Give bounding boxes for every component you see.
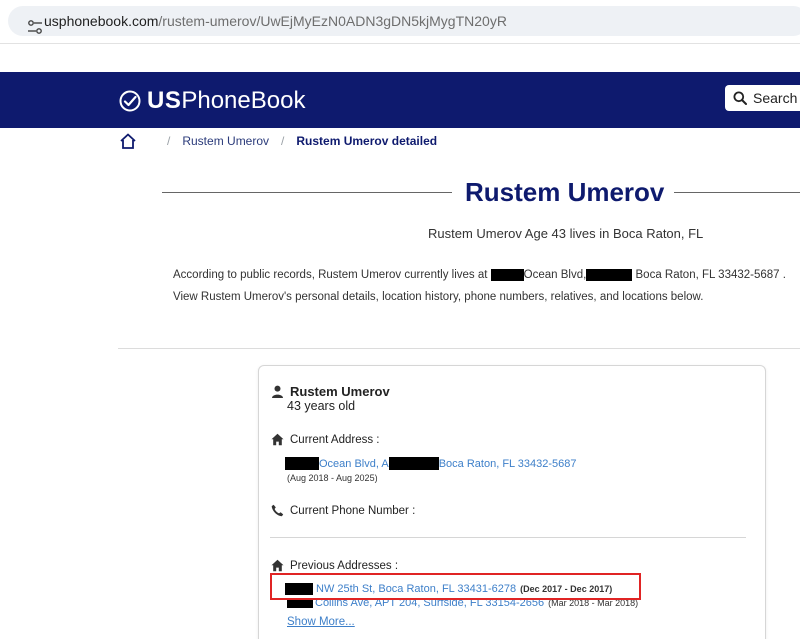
search-button-label: Search (753, 90, 798, 106)
current-address-dates-row: (Aug 2018 - Aug 2025) (287, 473, 378, 483)
url-text[interactable]: usphonebook.com/rustem-umerov/UwEjMyEzN0… (44, 13, 507, 29)
current-phone-label: Current Phone Number : (290, 504, 416, 517)
browser-url-bar: usphonebook.com/rustem-umerov/UwEjMyEzN0… (0, 0, 800, 44)
home-icon (271, 433, 284, 446)
breadcrumb: / Rustem Umerov / Rustem Umerov detailed (119, 131, 437, 151)
redaction-bar (388, 457, 439, 470)
breadcrumb-separator: / (281, 134, 285, 148)
person-icon (272, 385, 283, 398)
phone-icon (271, 504, 284, 517)
person-name: Rustem Umerov (290, 384, 390, 399)
person-name-row: Rustem Umerov (271, 384, 390, 399)
intro-text-a: According to public records, Rustem Umer… (173, 269, 491, 281)
current-address-dates: (Aug 2018 - Aug 2025) (287, 473, 378, 483)
logo-check-icon (119, 90, 141, 112)
current-address-label-row: Current Address : (271, 433, 379, 446)
site-logo[interactable]: US PhoneBook (119, 87, 306, 114)
home-icon[interactable] (119, 133, 137, 149)
page-subtitle: Rustem Umerov Age 43 lives in Boca Raton… (428, 226, 704, 241)
intro-text-c: Boca Raton, FL 33432-5687 . (632, 269, 786, 281)
page-title: Rustem Umerov (465, 177, 665, 207)
title-rule-left (162, 192, 452, 193)
breadcrumb-link-person[interactable]: Rustem Umerov (182, 134, 269, 148)
site-settings-icon[interactable] (26, 19, 44, 35)
intro-text-b: Ocean Blvd, (523, 269, 587, 281)
section-divider (118, 348, 800, 349)
breadcrumb-current: Rustem Umerov detailed (296, 134, 438, 148)
card-separator (270, 537, 746, 538)
highlight-box (270, 573, 641, 600)
url-path: /rustem-umerov/UwEjMyEzN0ADN3gDN5kjMygTN… (158, 13, 507, 29)
show-more-link[interactable]: Show More... (287, 616, 355, 628)
current-address-row: Ocean Blvd, A Boca Raton, FL 33432-5687 (285, 457, 577, 470)
previous-addresses-label-row: Previous Addresses : (271, 559, 398, 572)
search-button[interactable]: Search (725, 85, 800, 111)
current-address-link-part2[interactable]: Boca Raton, FL 33432-5687 (439, 458, 577, 470)
current-address-label: Current Address : (290, 433, 380, 446)
redaction-bar (285, 457, 319, 470)
title-rule-right (674, 192, 800, 193)
previous-addresses-label: Previous Addresses : (290, 559, 399, 572)
redaction-bar (586, 268, 633, 281)
current-address-link-part1[interactable]: Ocean Blvd, A (319, 458, 389, 470)
url-host: usphonebook.com (44, 13, 159, 29)
site-header: US PhoneBook (0, 72, 800, 128)
logo-phonebook-text: PhoneBook (181, 87, 306, 114)
logo-us-text: US (147, 87, 182, 114)
breadcrumb-separator: / (167, 134, 171, 148)
redaction-bar (490, 268, 524, 281)
phone-label-row: Current Phone Number : (271, 504, 415, 517)
person-age: 43 years old (287, 399, 356, 413)
home-icon (271, 559, 284, 572)
intro-text-line2: View Rustem Umerov's personal details, l… (173, 291, 704, 303)
search-icon (733, 91, 747, 105)
intro-paragraph: According to public records, Rustem Umer… (173, 264, 793, 308)
